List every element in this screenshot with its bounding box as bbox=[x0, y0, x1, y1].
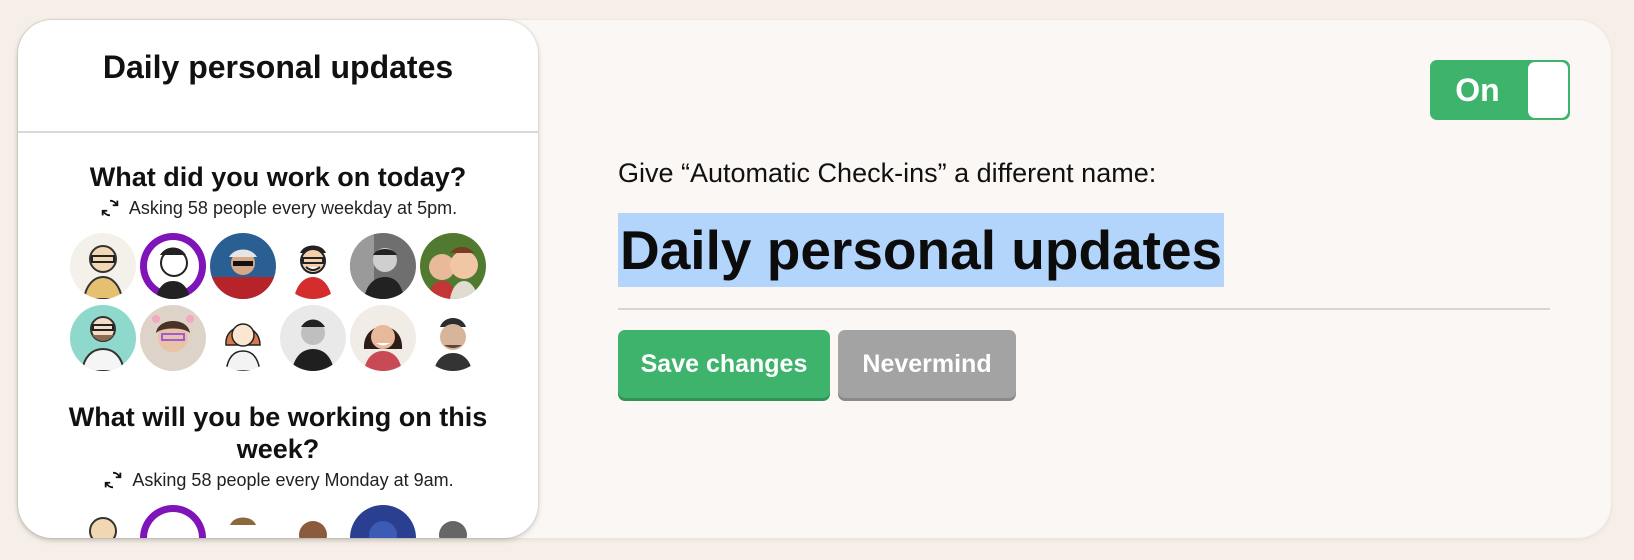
repeat-icon bbox=[102, 469, 124, 491]
name-input[interactable]: Daily personal updates bbox=[618, 213, 1225, 287]
question-2: What will you be working on this week? A… bbox=[18, 401, 538, 538]
enabled-toggle[interactable]: On bbox=[1430, 60, 1570, 120]
avatar bbox=[140, 233, 206, 299]
toggle-knob[interactable] bbox=[1528, 62, 1568, 118]
avatar bbox=[350, 505, 416, 538]
toggle-label: On bbox=[1455, 71, 1500, 108]
participant-avatars bbox=[68, 233, 488, 371]
checkin-preview-card: Daily personal updates What did you work… bbox=[18, 20, 538, 538]
preview-title: Daily personal updates bbox=[18, 20, 538, 133]
avatar bbox=[420, 305, 486, 371]
schedule-text: Asking 58 people every Monday at 9am. bbox=[132, 469, 454, 490]
repeat-icon bbox=[99, 197, 121, 219]
avatar bbox=[140, 305, 206, 371]
avatar bbox=[350, 305, 416, 371]
avatar bbox=[210, 305, 276, 371]
avatar bbox=[280, 233, 346, 299]
question-1: What did you work on today? Asking 58 pe… bbox=[18, 161, 538, 371]
avatar bbox=[70, 233, 136, 299]
schedule-text: Asking 58 people every weekday at 5pm. bbox=[128, 197, 458, 218]
question-schedule: Asking 58 people every weekday at 5pm. bbox=[18, 197, 538, 219]
divider bbox=[618, 308, 1550, 310]
avatar bbox=[280, 505, 346, 538]
question-schedule: Asking 58 people every Monday at 9am. bbox=[18, 469, 538, 491]
nevermind-button[interactable]: Nevermind bbox=[838, 330, 1016, 398]
avatar bbox=[420, 505, 486, 538]
avatar bbox=[70, 305, 136, 371]
avatar bbox=[420, 233, 486, 299]
avatar bbox=[350, 233, 416, 299]
save-changes-button[interactable]: Save changes bbox=[618, 330, 830, 398]
question-title: What did you work on today? bbox=[89, 162, 467, 192]
avatar bbox=[70, 505, 136, 538]
avatar bbox=[210, 505, 276, 538]
avatar bbox=[280, 305, 346, 371]
participant-avatars bbox=[68, 505, 488, 538]
avatar bbox=[140, 505, 206, 538]
question-title: What will you be working on this week? bbox=[68, 402, 488, 464]
rename-label: Give “Automatic Check-ins” a different n… bbox=[618, 158, 1157, 188]
avatar bbox=[210, 233, 276, 299]
